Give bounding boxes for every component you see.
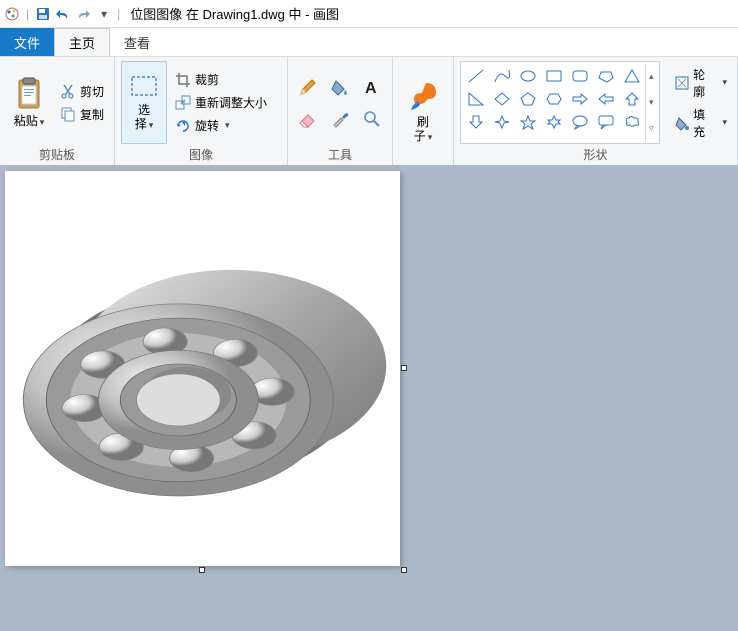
brush-button[interactable]: 刷 子▾ [399,61,447,161]
app-icon [4,6,20,22]
canvas[interactable] [5,171,400,566]
canvas-area[interactable] [0,166,738,631]
paste-button[interactable]: 粘贴▾ [6,61,52,144]
shape-arrow-right[interactable] [569,89,591,109]
group-clipboard: 粘贴▾ 剪切 复制 剪贴板 [0,57,115,165]
copy-label: 复制 [80,106,104,123]
shape-arrow-up[interactable] [621,89,643,109]
shape-rect[interactable] [543,66,565,86]
fill-label: 填充 [693,106,716,140]
separator: | [24,7,31,21]
shape-roundrect[interactable] [569,66,591,86]
shape-callout-round[interactable] [569,112,591,132]
shape-polygon[interactable] [595,66,617,86]
group-shapes-label: 形状 [460,144,731,163]
resize-handle[interactable] [401,567,407,573]
brush-label: 刷 子 [414,115,429,143]
chevron-down-icon: ▾ [428,132,433,142]
bearing-image [18,184,388,554]
select-button[interactable]: 选 择▾ [121,61,167,144]
crop-button[interactable]: 裁剪 [171,69,281,90]
window-title: 位图图像 在 Drawing1.dwg 中 - 画图 [126,4,339,23]
chevron-down-icon: ▾ [40,117,45,127]
shape-curve[interactable] [491,66,513,86]
rotate-button[interactable]: 旋转 ▾ [171,115,281,136]
tab-view[interactable]: 查看 [110,28,164,56]
tabbar: 文件 主页 查看 [0,28,738,56]
shape-triangle[interactable] [621,66,643,86]
chevron-down-icon: ▾ [149,120,154,130]
resize-handle[interactable] [401,365,407,371]
fill-tool[interactable] [326,73,354,101]
text-tool[interactable]: A [358,73,386,101]
shape-arrow-left[interactable] [595,89,617,109]
outline-label: 轮廓 [693,66,716,100]
fill-button[interactable]: 填充 ▾ [670,104,731,142]
shape-pentagon[interactable] [517,89,539,109]
group-tools-label: 工具 [294,144,386,163]
paste-label: 粘贴 [14,114,38,128]
select-label: 选 择 [135,103,150,131]
tab-file[interactable]: 文件 [0,28,54,56]
resize-label: 重新调整大小 [195,94,267,111]
copy-button[interactable]: 复制 [56,104,108,125]
shape-star6[interactable] [543,112,565,132]
shapes-gallery[interactable] [463,64,645,141]
shape-callout-cloud[interactable] [621,112,643,132]
svg-text:A: A [365,80,377,97]
resize-button[interactable]: 重新调整大小 [171,92,281,113]
undo-icon[interactable] [55,6,71,22]
shape-rtriangle[interactable] [465,89,487,109]
shapes-row-down-icon[interactable]: ▾ [648,96,655,109]
shape-star4[interactable] [491,112,513,132]
shape-diamond[interactable] [491,89,513,109]
separator: | [115,7,122,21]
group-image: 选 择▾ 裁剪 重新调整大小 旋转▾ 图像 [115,57,288,165]
group-brush-label [399,161,447,163]
group-clipboard-label: 剪贴板 [6,144,108,163]
crop-label: 裁剪 [195,71,219,88]
save-icon[interactable] [35,6,51,22]
shape-callout-rect[interactable] [595,112,617,132]
zoom-tool[interactable] [358,105,386,133]
shapes-more-icon[interactable]: ▿ [648,122,655,135]
eraser-tool[interactable] [294,105,322,133]
chevron-down-icon: ▾ [225,120,230,131]
titlebar: | ▾ | 位图图像 在 Drawing1.dwg 中 - 画图 [0,0,738,28]
chevron-down-icon: ▾ [722,77,727,88]
pencil-tool[interactable] [294,73,322,101]
shape-line[interactable] [465,66,487,86]
tab-home[interactable]: 主页 [54,28,110,56]
picker-tool[interactable] [326,105,354,133]
chevron-down-icon: ▾ [722,117,727,128]
shape-arrow-down[interactable] [465,112,487,132]
cut-label: 剪切 [80,83,104,100]
shape-star5[interactable] [517,112,539,132]
shape-hexagon[interactable] [543,89,565,109]
rotate-label: 旋转 [195,117,219,134]
redo-icon[interactable] [75,6,91,22]
shapes-row-up-icon[interactable]: ▴ [648,70,655,83]
resize-handle[interactable] [199,567,205,573]
group-tools: A 工具 [288,57,393,165]
group-shapes: ▴ ▾ ▿ 轮廓 ▾ 填充 ▾ 形状 [454,57,738,165]
group-brush: 刷 子▾ [393,57,454,165]
shape-oval[interactable] [517,66,539,86]
qat-dropdown-icon[interactable]: ▾ [97,7,111,21]
group-image-label: 图像 [121,144,281,163]
ribbon: 粘贴▾ 剪切 复制 剪贴板 选 择▾ [0,56,738,166]
outline-button[interactable]: 轮廓 ▾ [670,64,731,102]
cut-button[interactable]: 剪切 [56,81,108,102]
